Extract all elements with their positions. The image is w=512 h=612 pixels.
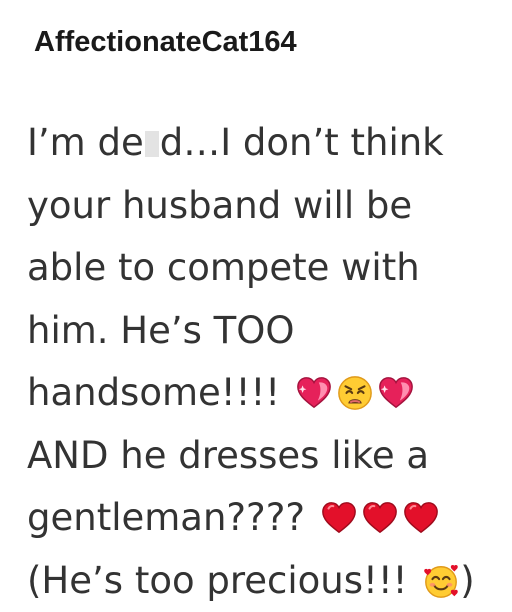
comment-username[interactable]: AffectionateCat164 <box>34 23 297 61</box>
comment-body: I’m de d…I don’t think your husband will b… <box>27 112 507 612</box>
comment-card: AffectionateCat164 I’m de d…I don’t think… <box>0 0 512 611</box>
comment-line: him. He’s TOO <box>27 300 507 363</box>
comment-text: handsome!!!! <box>27 371 292 414</box>
red-heart-icon <box>320 499 358 537</box>
comment-line: (He’s too precious!!! ) <box>27 550 507 612</box>
comment-text: d…I don’t think <box>160 121 444 164</box>
sparkling-pink-heart-icon <box>377 374 415 412</box>
red-heart-icon <box>402 499 440 537</box>
comment-text: him. He’s TOO <box>27 309 295 352</box>
comment-line: gentleman???? <box>27 487 507 550</box>
red-heart-icon <box>361 499 399 537</box>
comment-text: able to compete with <box>27 246 420 289</box>
comment-line: AND he dresses like a <box>27 425 507 488</box>
comment-text: I’m de <box>27 121 144 164</box>
redaction-block <box>145 131 159 157</box>
sparkling-pink-heart-icon <box>295 374 333 412</box>
weary-face-icon <box>336 374 374 412</box>
comment-line: your husband will be <box>27 175 507 238</box>
comment-line: I’m de d…I don’t think <box>27 112 507 175</box>
comment-line: handsome!!!! <box>27 362 507 425</box>
comment-text: (He’s too precious!!! <box>27 559 419 602</box>
comment-text: your husband will be <box>27 184 412 227</box>
comment-text: gentleman???? <box>27 496 317 539</box>
comment-line: able to compete with <box>27 237 507 300</box>
comment-text: ) <box>460 559 474 602</box>
comment-text: AND he dresses like a <box>27 434 429 477</box>
smiling-face-with-hearts-icon <box>422 562 460 600</box>
